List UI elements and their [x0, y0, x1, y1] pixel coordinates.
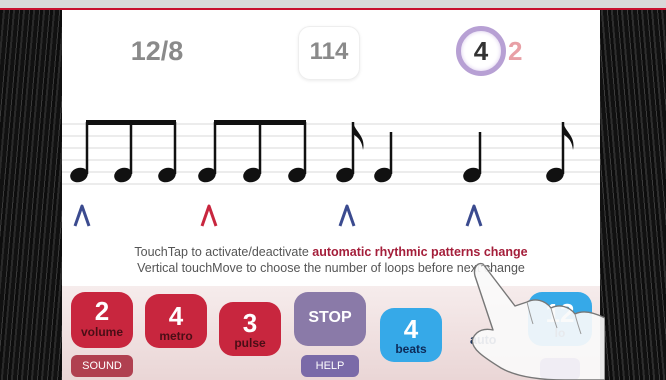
- pulse-value: 3: [242, 308, 258, 338]
- loops-label: lo: [554, 326, 566, 340]
- device-top-edge: [0, 0, 666, 10]
- note-group-2: [198, 120, 307, 183]
- volume-button[interactable]: 2 volume: [71, 292, 133, 348]
- tempo-value[interactable]: 114: [298, 38, 360, 66]
- accent-marker-2[interactable]: [200, 204, 218, 227]
- hint-line-1: TouchTap to activate/deactivate automati…: [62, 245, 600, 259]
- accent-markers[interactable]: [62, 196, 600, 236]
- time-signature[interactable]: 12/8: [117, 36, 197, 67]
- volume-label: volume: [80, 325, 123, 339]
- app-screen: 12/8 114 4 2 TouchTap to activate/deacti…: [62, 10, 600, 380]
- rhythm-staff[interactable]: [62, 120, 600, 190]
- loops-button[interactable]: 12 lo: [528, 292, 592, 346]
- accent-marker-1[interactable]: [73, 204, 91, 227]
- auto-toggle[interactable]: [540, 358, 580, 380]
- sound-button[interactable]: SOUND: [71, 355, 133, 377]
- auto-label: auto: [470, 333, 497, 347]
- help-button[interactable]: HELP: [301, 355, 359, 377]
- volume-value: 2: [94, 296, 110, 326]
- hint-line-1-prefix: TouchTap to activate/deactivate: [134, 245, 313, 259]
- accent-marker-3[interactable]: [338, 204, 356, 227]
- beats-value: 4: [403, 314, 419, 344]
- eighth-note: [336, 122, 364, 183]
- eighth-note-end: [546, 122, 574, 183]
- metro-value: 4: [168, 301, 184, 331]
- beat-next-value: 2: [508, 36, 523, 66]
- staff-lines: [62, 123, 600, 185]
- pulse-button[interactable]: 3 pulse: [219, 302, 281, 356]
- beats-label: beats: [395, 342, 427, 356]
- beat-counter-value: 4: [473, 36, 489, 66]
- quarter-note-2: [463, 132, 482, 183]
- metro-label: metro: [159, 329, 193, 343]
- hint-line-1-emphasis: automatic rhythmic patterns change: [312, 245, 528, 259]
- device-right-bezel: [600, 10, 666, 380]
- hint-line-2: Vertical touchMove to choose the number …: [137, 261, 525, 275]
- device-left-bezel: [0, 10, 62, 380]
- stop-label: STOP: [308, 309, 352, 326]
- quarter-note-1: [374, 132, 393, 183]
- pulse-label: pulse: [234, 336, 266, 350]
- beats-button[interactable]: 4 beats: [380, 308, 442, 362]
- note-group-1: [70, 120, 177, 183]
- metro-button[interactable]: 4 metro: [145, 294, 207, 348]
- stop-button[interactable]: STOP: [294, 292, 366, 346]
- loops-value: 12: [545, 298, 575, 328]
- accent-marker-4[interactable]: [465, 204, 483, 227]
